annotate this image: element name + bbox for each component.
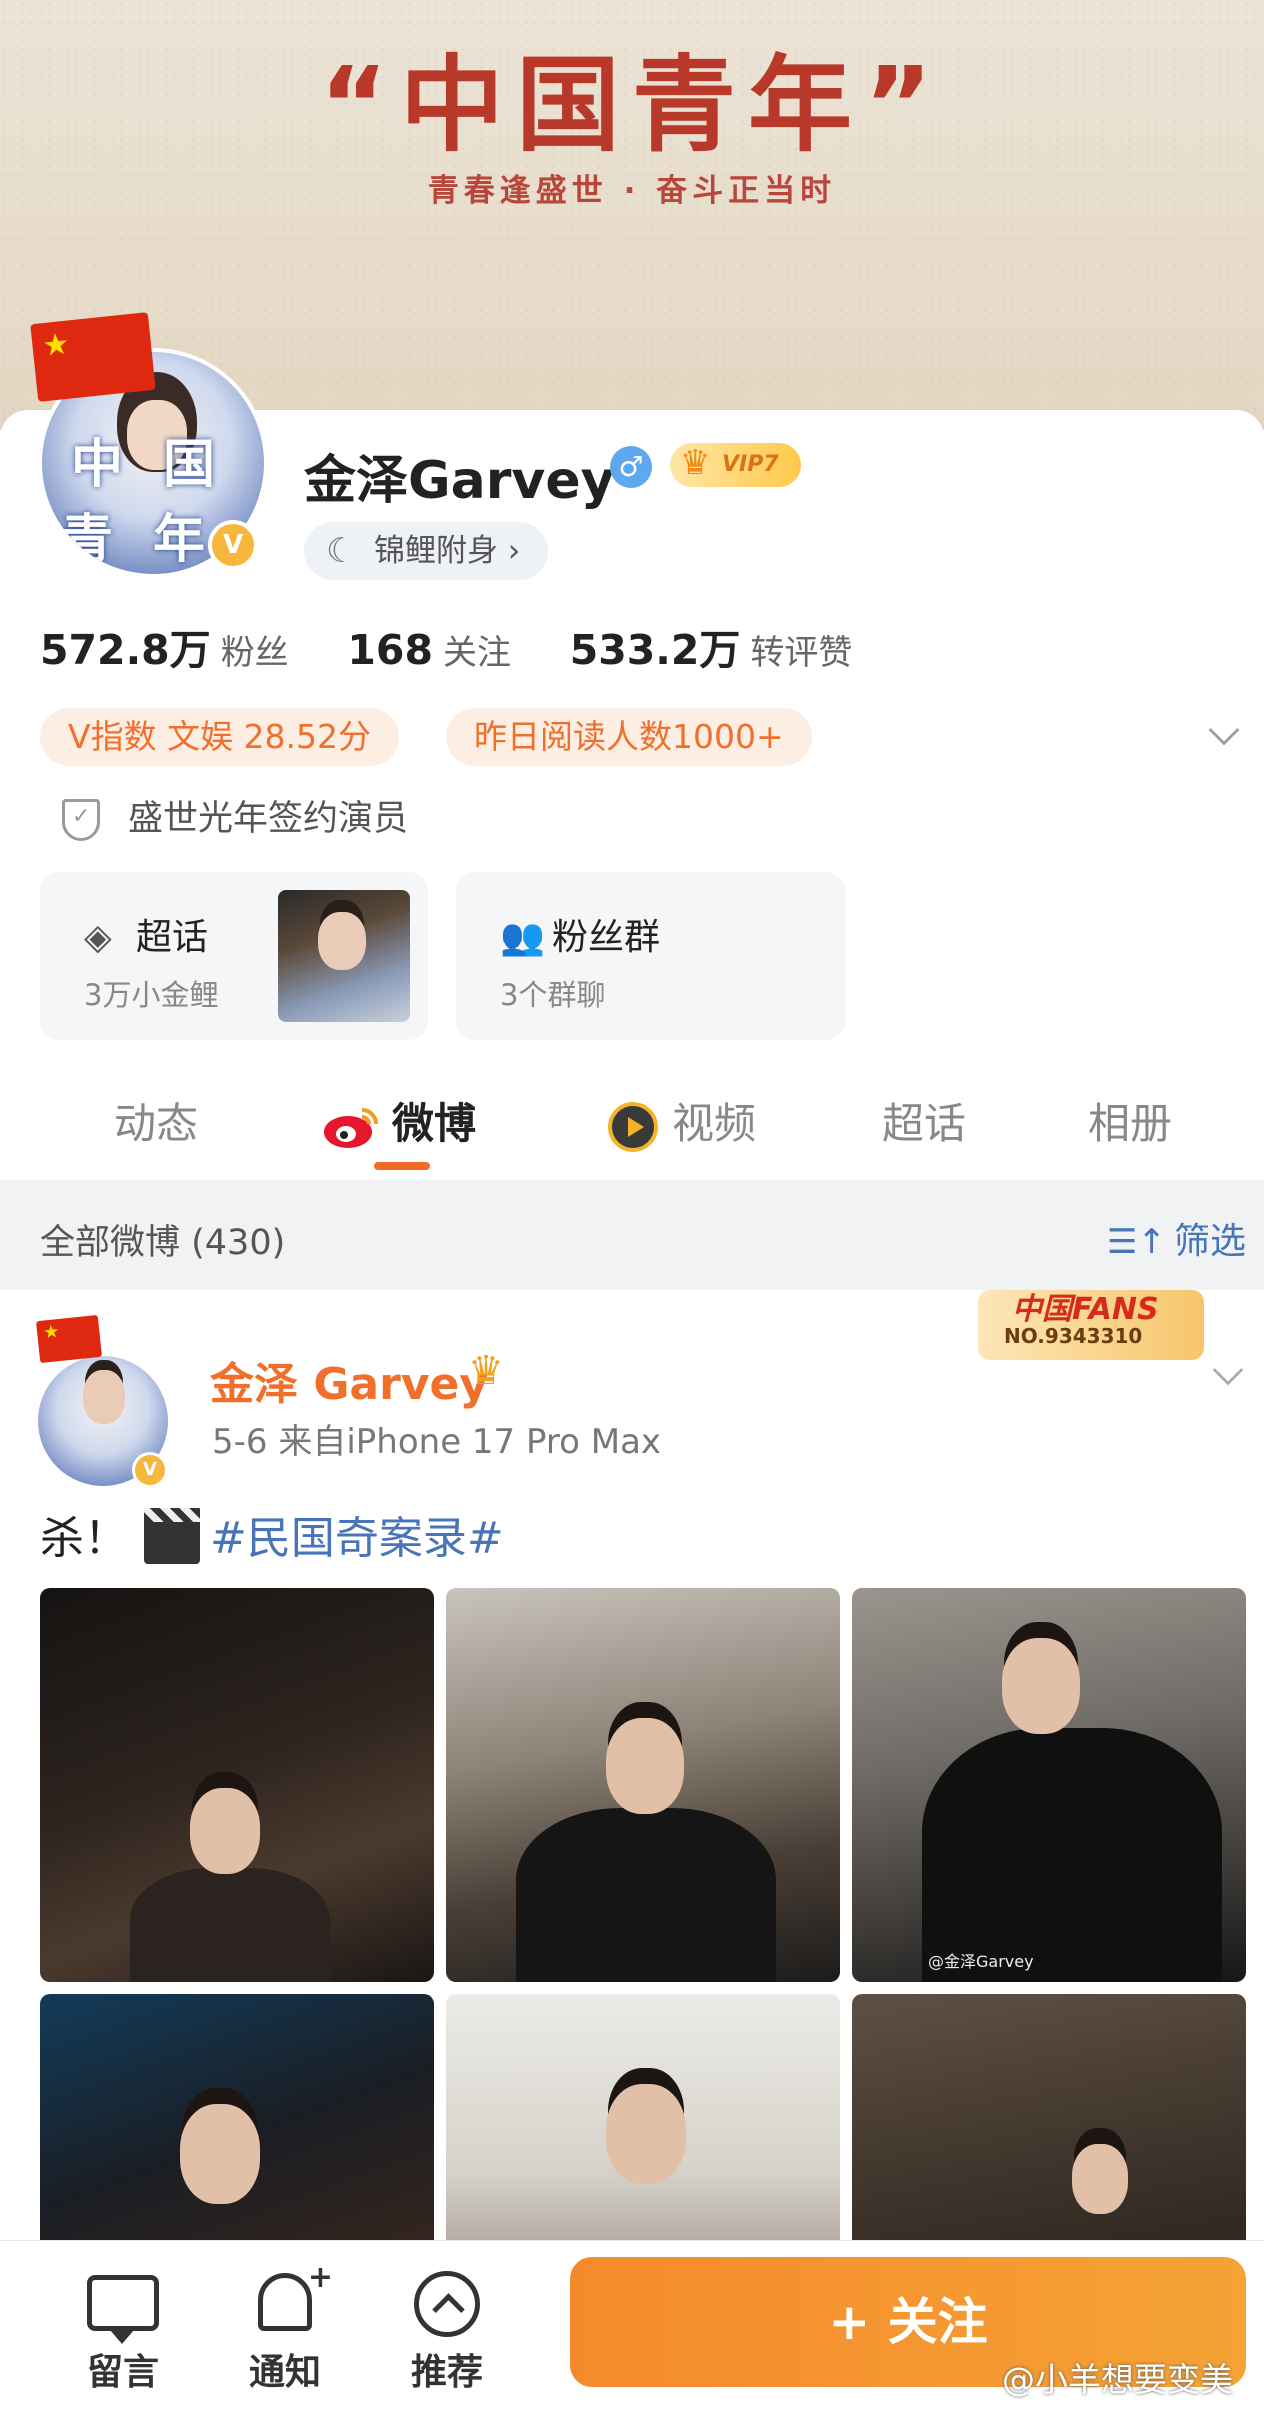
post-photo[interactable] [40, 1588, 434, 1982]
photo-watermark: @金泽Garvey [928, 1952, 1034, 1971]
signing-info: 盛世光年签约演员 [62, 790, 408, 841]
comment-button[interactable]: 留言 [68, 2267, 178, 2395]
profile-stats: 572.8万 粉丝 168 关注 533.2万 转评赞 [40, 616, 898, 676]
image-watermark: @小羊想要变美 [1002, 2360, 1233, 2399]
post-text-body: 杀！ [40, 1513, 128, 1564]
signing-label: 盛世光年签约演员 [128, 799, 409, 839]
bell-plus-icon [249, 2260, 333, 2339]
post-meta: 5-6 来自iPhone 17 Pro Max [212, 1422, 662, 1462]
v-index-tag[interactable]: V指数 文娱 28.52分 [40, 708, 400, 766]
filter-bar: 全部微博 (430) ☰↑ 筛选 [0, 1180, 1264, 1290]
stat-label: 关注 [443, 633, 511, 673]
koi-icon: ☾ [326, 531, 357, 571]
supertopic-thumbnail [278, 890, 410, 1022]
stat-value: 533.2万 [569, 626, 741, 674]
tab-label: 微博 [392, 1099, 477, 1148]
clapperboard-icon [144, 1508, 200, 1564]
china-flag-icon: ★ [35, 1314, 103, 1364]
post-photo[interactable]: @金泽Garvey [852, 1588, 1246, 1982]
tab-supertopic[interactable]: 超话 [882, 1090, 966, 1151]
male-gender-icon: ♂ [610, 446, 652, 488]
verified-badge-icon: V [208, 520, 258, 570]
notify-label: 通知 [248, 2352, 321, 2393]
fan-group-subtitle: 3个群聊 [500, 978, 606, 1012]
koi-chip[interactable]: ☾ 锦鲤附身 › [304, 522, 549, 580]
hashtag-link[interactable]: #民国奇案录# [210, 1513, 504, 1564]
stat-followers[interactable]: 572.8万 粉丝 [40, 616, 289, 676]
shield-icon [62, 799, 100, 841]
stat-value: 168 [347, 626, 433, 674]
arrow-up-circle-icon [411, 2267, 483, 2339]
supertopic-subtitle: 3万小金鲤 [84, 978, 219, 1012]
bottom-action-bar: 留言 通知 推荐 + 关注 @小羊想要变美 [0, 2240, 1264, 2410]
china-fans-badge[interactable]: 中国FANS NO.9343310 [978, 1290, 1204, 1360]
people-icon: 👥 [500, 917, 545, 958]
fans-badge-title: 中国FANS [1012, 1292, 1159, 1327]
stat-likes[interactable]: 533.2万 转评赞 [570, 616, 853, 676]
all-posts-count: 全部微博 (430) [40, 1223, 286, 1263]
comment-label: 留言 [86, 2352, 159, 2393]
banner-subtitle: 青春逢盛世 · 奋斗正当时 [427, 173, 837, 209]
filter-icon: ☰↑ [1107, 1222, 1166, 1262]
tab-video[interactable]: 视频 [608, 1090, 756, 1152]
tab-album[interactable]: 相册 [1088, 1090, 1172, 1151]
filter-button[interactable]: ☰↑ 筛选 [1107, 1212, 1246, 1264]
stat-value: 572.8万 [40, 626, 211, 674]
box-title-label: 超话 [136, 917, 209, 958]
verified-badge-icon: V [132, 1452, 168, 1488]
vip-badge[interactable]: VIP7 [670, 441, 801, 487]
filter-label: 筛选 [1173, 1221, 1246, 1262]
box-title-label: 粉丝群 [552, 917, 661, 958]
post-card: ★ V 金泽 Garvey ♛ 5-6 来自iPhone 17 Pro Max … [0, 1290, 1264, 2388]
koi-chip-label: 锦鲤附身 › [374, 533, 521, 569]
banner-title: “中国青年” [319, 44, 945, 166]
crown-icon: ♛ [468, 1348, 504, 1394]
comment-icon [87, 2267, 159, 2344]
diamond-icon: ◈ [84, 917, 112, 958]
weibo-logo-icon [322, 1104, 380, 1150]
china-flag-icon: ★ [30, 312, 156, 402]
recommend-label: 推荐 [410, 2352, 483, 2393]
stat-label: 粉丝 [220, 633, 289, 673]
video-icon [608, 1101, 658, 1152]
profile-tabs: 动态 微博 视频 超话 相册 [0, 1080, 1264, 1180]
fan-group-box[interactable]: 👥 粉丝群 3个群聊 [456, 872, 846, 1040]
post-photo[interactable] [446, 1588, 840, 1982]
post-author[interactable]: 金泽 Garvey [210, 1348, 488, 1412]
tab-dongtai[interactable]: 动态 [114, 1090, 198, 1151]
notify-button[interactable]: 通知 [230, 2260, 340, 2395]
daily-readers-tag[interactable]: 昨日阅读人数1000+ [446, 708, 812, 766]
chevron-down-icon[interactable] [1212, 1354, 1244, 1386]
active-tab-indicator [374, 1162, 430, 1170]
fan-group-title: 👥 粉丝群 [500, 908, 660, 960]
recommend-button[interactable]: 推荐 [392, 2267, 502, 2395]
supertopic-box[interactable]: ◈ 超话 3万小金鲤 [40, 872, 428, 1040]
stat-label: 转评赞 [750, 633, 853, 673]
fans-badge-number: NO.9343310 [1004, 1324, 1143, 1348]
profile-name: 金泽Garvey [304, 451, 615, 511]
stat-following[interactable]: 168 关注 [347, 625, 511, 674]
post-text: 杀！ #民国奇案录# [40, 1502, 504, 1566]
tab-weibo[interactable]: 微博 [322, 1090, 476, 1151]
supertopic-title: ◈ 超话 [84, 908, 208, 960]
tab-label: 视频 [672, 1099, 757, 1148]
